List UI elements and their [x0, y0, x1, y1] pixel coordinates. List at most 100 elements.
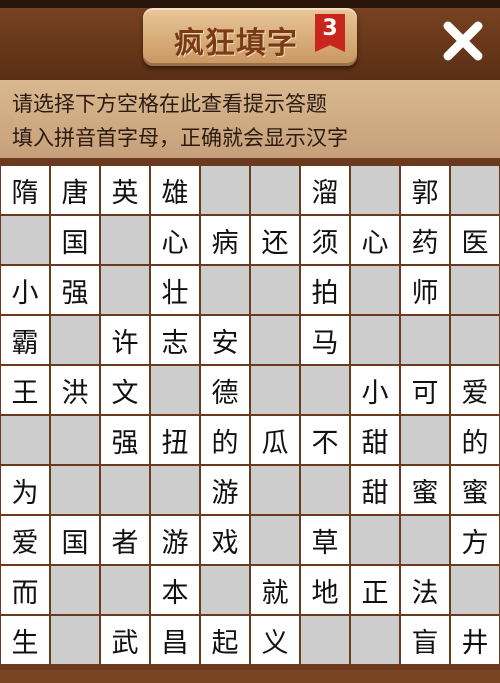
grid-cell[interactable]: 甜: [351, 466, 399, 514]
grid-cell[interactable]: 洪: [51, 366, 99, 414]
grid-cell[interactable]: 志: [151, 316, 199, 364]
grid-cell[interactable]: 德: [201, 366, 249, 414]
grid-cell[interactable]: 甜: [351, 416, 399, 464]
grid-cell[interactable]: 爱: [451, 366, 499, 414]
hint-panel[interactable]: 请选择下方空格在此查看提示答题 填入拼音首字母，正确就会显示汉字: [0, 80, 500, 158]
grid-cell-empty: [351, 516, 399, 564]
grid-cell[interactable]: 地: [301, 566, 349, 614]
grid-cell[interactable]: 为: [1, 466, 49, 514]
hint-line-2: 填入拼音首字母，正确就会显示汉字: [12, 126, 348, 150]
grid-cell[interactable]: 本: [151, 566, 199, 614]
grid-cell[interactable]: 瓜: [251, 416, 299, 464]
top-bar: 疯狂填字 3: [0, 0, 500, 80]
grid-cell-empty: [51, 316, 99, 364]
grid-cell[interactable]: 而: [1, 566, 49, 614]
grid-cell[interactable]: 王: [1, 366, 49, 414]
grid-cell[interactable]: 井: [451, 616, 499, 664]
bottom-strip: [0, 670, 500, 683]
grid-cell[interactable]: 游: [151, 516, 199, 564]
grid-cell-empty: [251, 366, 299, 414]
grid-cell[interactable]: 隋: [1, 166, 49, 214]
grid-cell[interactable]: 游: [201, 466, 249, 514]
grid-cell-empty: [351, 616, 399, 664]
grid-cell-empty: [251, 266, 299, 314]
grid-cell[interactable]: 雄: [151, 166, 199, 214]
close-button[interactable]: [438, 16, 488, 66]
grid-cell-empty: [51, 616, 99, 664]
grid-cell-empty: [401, 416, 449, 464]
grid-cell[interactable]: 马: [301, 316, 349, 364]
grid-cell[interactable]: 壮: [151, 266, 199, 314]
grid-cell[interactable]: 盲: [401, 616, 449, 664]
grid-cell[interactable]: 蜜: [451, 466, 499, 514]
game-title: 疯狂填字: [174, 26, 298, 61]
grid-cell[interactable]: 还: [251, 216, 299, 264]
grid-cell-empty: [451, 316, 499, 364]
grid-cell[interactable]: 霸: [1, 316, 49, 364]
grid-cell-empty: [151, 366, 199, 414]
grid-cell-empty: [301, 616, 349, 664]
grid-cell-empty: [1, 416, 49, 464]
grid-cell[interactable]: 拍: [301, 266, 349, 314]
crossword-grid: 隋唐英雄溜郭国心病还须心药医小强壮拍师霸许志安马王洪文德小可爱强扭的瓜不甜的为游…: [0, 165, 500, 665]
grid-cell[interactable]: 方: [451, 516, 499, 564]
grid-cell[interactable]: 可: [401, 366, 449, 414]
grid-cell[interactable]: 者: [101, 516, 149, 564]
grid-cell-empty: [351, 166, 399, 214]
grid-cell[interactable]: 生: [1, 616, 49, 664]
grid-cell[interactable]: 英: [101, 166, 149, 214]
grid-cell-empty: [1, 216, 49, 264]
grid-cell[interactable]: 心: [351, 216, 399, 264]
grid-cell-empty: [451, 566, 499, 614]
grid-cell[interactable]: 师: [401, 266, 449, 314]
grid-cell-empty: [51, 416, 99, 464]
grid-cell[interactable]: 药: [401, 216, 449, 264]
grid-cell[interactable]: 小: [1, 266, 49, 314]
grid-cell[interactable]: 不: [301, 416, 349, 464]
grid-cell-empty: [251, 316, 299, 364]
grid-cell[interactable]: 强: [51, 266, 99, 314]
grid-cell[interactable]: 戏: [201, 516, 249, 564]
grid-cell[interactable]: 起: [201, 616, 249, 664]
grid-cell[interactable]: 安: [201, 316, 249, 364]
grid-cell[interactable]: 正: [351, 566, 399, 614]
grid-cell[interactable]: 武: [101, 616, 149, 664]
grid-cell[interactable]: 文: [101, 366, 149, 414]
grid-cell[interactable]: 郭: [401, 166, 449, 214]
grid-cell[interactable]: 义: [251, 616, 299, 664]
grid-cell[interactable]: 法: [401, 566, 449, 614]
grid-cell-empty: [351, 266, 399, 314]
grid-cell[interactable]: 的: [201, 416, 249, 464]
grid-cell[interactable]: 扭: [151, 416, 199, 464]
grid-cell[interactable]: 许: [101, 316, 149, 364]
grid-cell[interactable]: 心: [151, 216, 199, 264]
grid-cell-empty: [301, 466, 349, 514]
grid-cell[interactable]: 病: [201, 216, 249, 264]
grid-cell[interactable]: 小: [351, 366, 399, 414]
grid-cell-empty: [251, 466, 299, 514]
grid-cell-empty: [201, 266, 249, 314]
grid-cell[interactable]: 爱: [1, 516, 49, 564]
level-badge: 3: [315, 14, 345, 52]
grid-cell[interactable]: 的: [451, 416, 499, 464]
grid-cell[interactable]: 溜: [301, 166, 349, 214]
grid-cell-empty: [401, 316, 449, 364]
grid-cell-empty: [301, 366, 349, 414]
grid-cell[interactable]: 蜜: [401, 466, 449, 514]
grid-cell-empty: [351, 316, 399, 364]
grid-cell-empty: [251, 166, 299, 214]
grid-cell-empty: [151, 466, 199, 514]
grid-cell-empty: [251, 516, 299, 564]
grid-cell[interactable]: 强: [101, 416, 149, 464]
grid-cell[interactable]: 医: [451, 216, 499, 264]
grid-cell[interactable]: 国: [51, 516, 99, 564]
grid-cell-empty: [51, 466, 99, 514]
grid-cell[interactable]: 国: [51, 216, 99, 264]
grid-cell[interactable]: 唐: [51, 166, 99, 214]
grid-cell[interactable]: 昌: [151, 616, 199, 664]
grid-cell[interactable]: 须: [301, 216, 349, 264]
grid-cell-empty: [451, 166, 499, 214]
grid-cell-empty: [51, 566, 99, 614]
grid-cell[interactable]: 就: [251, 566, 299, 614]
grid-cell[interactable]: 草: [301, 516, 349, 564]
